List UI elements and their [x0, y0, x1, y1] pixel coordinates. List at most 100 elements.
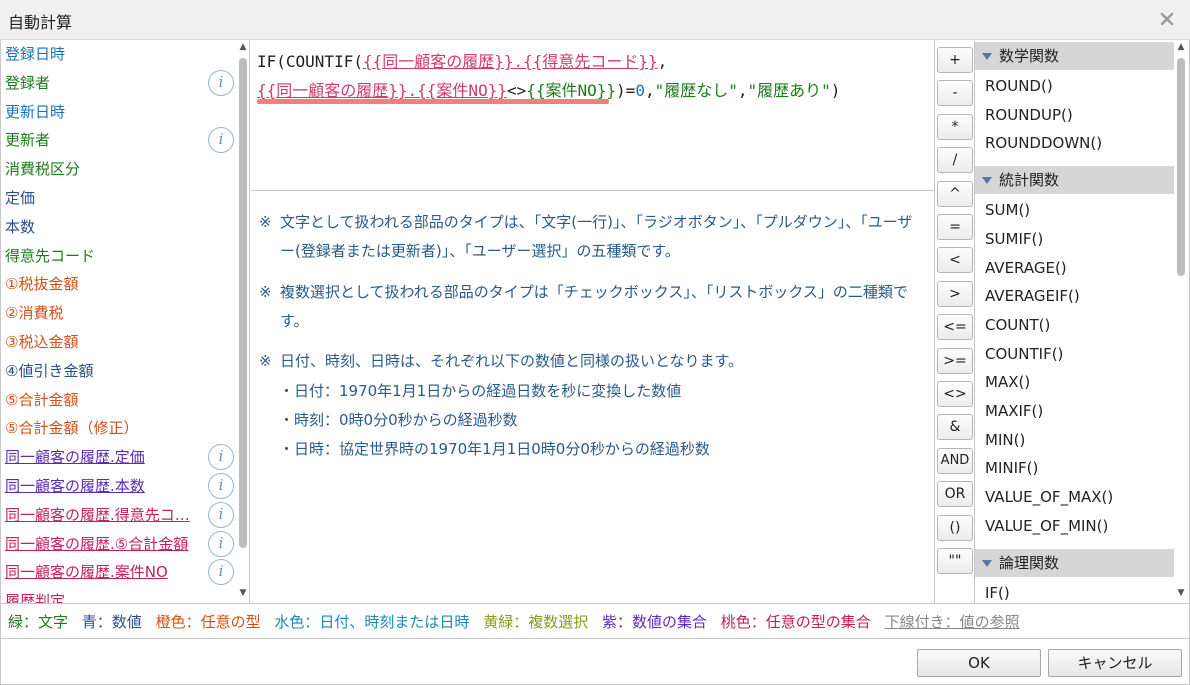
scroll-thumb[interactable]	[239, 58, 247, 548]
operator-button[interactable]: *	[937, 113, 973, 140]
scroll-down-arrow-icon[interactable]: ▼	[238, 588, 248, 598]
info-icon[interactable]: i	[208, 127, 234, 154]
field-item[interactable]: ③税込金額	[5, 328, 205, 356]
collapse-triangle-icon	[982, 53, 992, 60]
scroll-up-arrow-icon[interactable]: ▲	[1176, 42, 1186, 52]
legend-yellow: 黄緑：複数選択	[483, 613, 589, 631]
function-item[interactable]: SUM()	[985, 196, 1030, 224]
dialog-titlebar: 自動計算	[0, 0, 1190, 40]
function-item[interactable]: AVERAGE()	[985, 254, 1067, 282]
collapse-triangle-icon	[982, 559, 992, 567]
formula-token: IF(COUNTIF(	[257, 52, 363, 71]
info-icon[interactable]: i	[208, 473, 234, 499]
formula-token: ,	[737, 81, 748, 100]
legend-orange: 橙色：任意の型	[155, 613, 261, 631]
field-item[interactable]: ①税抜金額	[5, 270, 205, 298]
field-item[interactable]: 履歴判定	[5, 587, 205, 603]
field-item[interactable]: ⑤合計金額（修正）	[5, 414, 205, 442]
scroll-down-arrow-icon[interactable]: ▼	[1176, 588, 1186, 598]
legend-cyan: 水色：日付、時刻または日時	[274, 613, 470, 631]
operator-button[interactable]: /	[937, 147, 973, 174]
operator-button[interactable]: ^	[937, 180, 973, 207]
formula-line-2[interactable]: {{同一顧客の履歴}}.{{案件NO}}<>{{案件NO}})=0,"履歴なし"…	[257, 77, 840, 101]
function-list-scrollbar[interactable]: ▲ ▼	[1176, 40, 1186, 603]
field-item[interactable]: 同一顧客の履歴.得意先コ…	[5, 501, 205, 529]
dialog-title: 自動計算	[8, 13, 73, 32]
function-item[interactable]: MIN()	[985, 426, 1025, 454]
function-list: ▲ ▼ 数学関数 ROUND() ROUNDUP() ROUNDDOWN() 統計関数 S…	[975, 40, 1190, 603]
field-item[interactable]: 本数	[5, 213, 205, 241]
operator-button[interactable]: AND	[937, 447, 973, 474]
function-item[interactable]: AVERAGEIF()	[985, 282, 1080, 310]
function-item[interactable]: VALUE_OF_MIN()	[985, 512, 1108, 540]
field-item[interactable]: 消費税区分	[5, 155, 205, 183]
field-item[interactable]: 同一顧客の履歴.⑤合計金額	[5, 530, 205, 558]
field-list-scrollbar[interactable]: ▲ ▼	[238, 40, 248, 603]
operator-button[interactable]: ()	[937, 514, 973, 541]
info-icon[interactable]: i	[208, 530, 234, 557]
close-icon[interactable]	[1158, 10, 1176, 28]
function-category-header[interactable]: 数学関数	[975, 42, 1174, 70]
function-item[interactable]: ROUND()	[985, 72, 1053, 100]
field-item[interactable]: 更新者	[5, 126, 205, 154]
formula-token: <>	[506, 81, 527, 100]
function-item[interactable]: COUNTIF()	[985, 340, 1063, 368]
function-item[interactable]: MINIF()	[985, 454, 1038, 482]
function-item[interactable]: ROUNDDOWN()	[985, 129, 1102, 157]
error-highlight-bar	[257, 99, 609, 104]
function-item[interactable]: SUMIF()	[985, 225, 1043, 253]
note-mark: ※	[259, 213, 272, 231]
operator-button[interactable]: -	[937, 80, 973, 107]
function-category-header[interactable]: 論理関数	[975, 548, 1174, 577]
formula-line-1[interactable]: IF(COUNTIF({{同一顧客の履歴}}.{{得意先コード}},	[257, 48, 667, 72]
field-item[interactable]: 登録日時	[5, 40, 205, 68]
formula-token: {{案件NO}}	[526, 81, 617, 100]
function-item[interactable]: VALUE_OF_MAX()	[985, 483, 1113, 511]
info-icon[interactable]: i	[208, 444, 234, 471]
operator-button[interactable]: =	[937, 214, 973, 240]
scroll-up-arrow-icon[interactable]: ▲	[238, 42, 248, 52]
info-icon[interactable]: i	[208, 69, 234, 96]
field-item[interactable]: 定価	[5, 184, 205, 212]
field-item[interactable]: 得意先コード	[5, 242, 205, 270]
operator-button[interactable]: <=	[937, 314, 973, 341]
function-item[interactable]: MAX()	[985, 368, 1030, 396]
field-item[interactable]: ⑤合計金額	[5, 386, 205, 414]
operator-button[interactable]: <	[937, 247, 973, 274]
field-list: ▲ ▼ 登録日時 登録者 i 更新日時 更新者 i 消費税区分 定価 本数 得意先コード ①税抜金額…	[0, 40, 250, 603]
formula-token: "履歴なし"	[654, 81, 738, 100]
formula-token: {{同一顧客の履歴}}.{{得意先コード}}	[362, 52, 658, 71]
operator-button[interactable]: ""	[937, 548, 973, 574]
field-item[interactable]: 登録者	[5, 69, 205, 97]
operator-button[interactable]: +	[937, 47, 973, 73]
function-item[interactable]: MAXIF()	[985, 397, 1043, 425]
ok-button[interactable]: OK	[917, 649, 1041, 677]
field-item[interactable]: ②消費税	[5, 299, 205, 327]
function-item[interactable]: COUNT()	[985, 311, 1050, 339]
note-mark: ※	[259, 283, 272, 301]
operator-button[interactable]: OR	[937, 481, 973, 508]
operator-button[interactable]: >=	[937, 347, 973, 374]
function-item[interactable]: ROUNDUP()	[985, 101, 1073, 129]
operator-button[interactable]: &	[937, 414, 973, 441]
note-datetime: ※ 日付、時刻、日時は、それぞれ以下の数値と同様の扱いとなります。	[259, 347, 919, 376]
info-icon[interactable]: i	[208, 559, 234, 586]
field-item[interactable]: 同一顧客の履歴.定価	[5, 443, 205, 471]
field-item[interactable]: 同一顧客の履歴.案件NO	[5, 558, 205, 586]
formula-token: 0	[635, 81, 645, 100]
note-text-types: ※ 文字として扱われる部品のタイプは、「文字(一行)」、「ラジオボタン」、「プル…	[259, 208, 919, 266]
note-mark: ※	[259, 352, 272, 370]
function-category-header[interactable]: 統計関数	[975, 166, 1174, 195]
operator-button[interactable]: <>	[937, 381, 973, 407]
info-icon[interactable]: i	[208, 501, 234, 528]
field-item[interactable]: 更新日時	[5, 98, 205, 126]
function-item[interactable]: IF()	[985, 579, 1010, 604]
field-item[interactable]: ④値引き金額	[5, 357, 205, 385]
cancel-button[interactable]: キャンセル	[1048, 649, 1182, 677]
legend-purple: 紫：数値の集合	[601, 613, 707, 631]
operator-button[interactable]: >	[937, 280, 973, 307]
note-sub-date: ・日付：1970年1月1日からの経過日数を秒に変換した数値	[279, 382, 682, 400]
field-item[interactable]: 同一顧客の履歴.本数	[5, 472, 205, 500]
scroll-thumb[interactable]	[1177, 58, 1185, 276]
formula-editor[interactable]: IF(COUNTIF({{同一顧客の履歴}}.{{得意先コード}}, {{同一顧…	[251, 40, 934, 191]
